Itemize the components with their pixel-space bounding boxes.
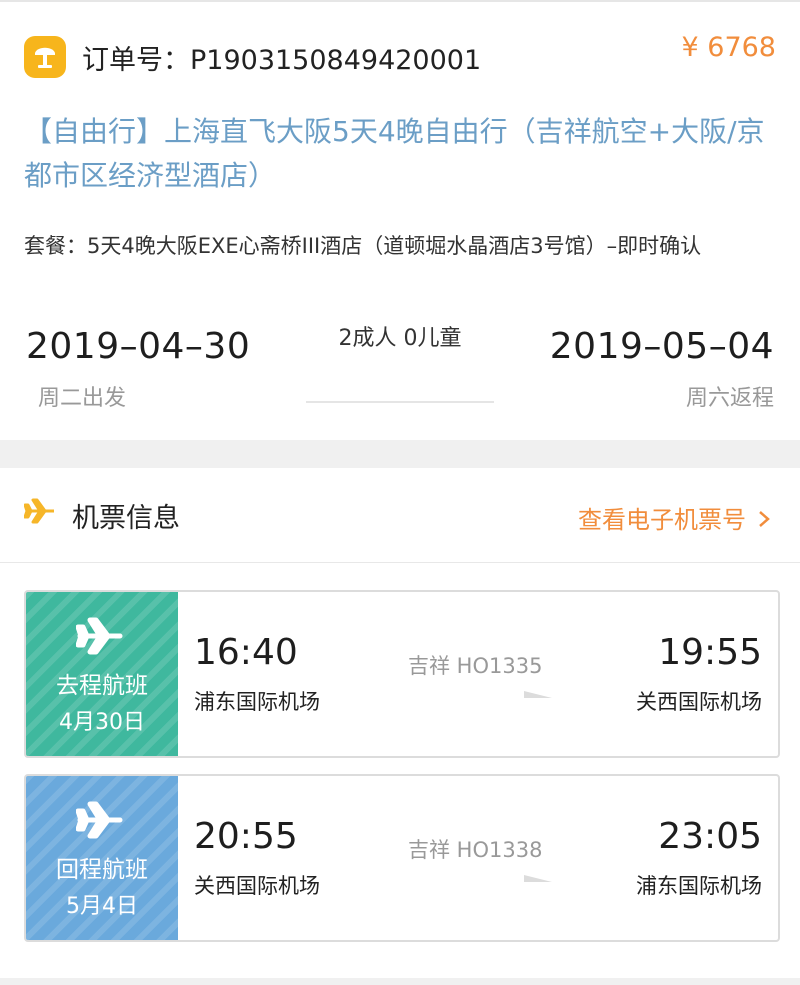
flight-type: 去程航班 (56, 673, 148, 699)
return-badge: 回程航班 5月4日 (26, 776, 178, 940)
airplane-icon (75, 616, 124, 660)
arrow-right-icon (404, 688, 554, 708)
arrival-time: 19:55 (658, 632, 762, 673)
logo-icon (24, 36, 66, 78)
outbound-badge: 去程航班 4月30日 (26, 592, 178, 756)
return-date: 2019–05–04 (549, 326, 774, 367)
chevron-right-icon (758, 506, 770, 534)
flight-date: 4月30日 (59, 710, 145, 735)
product-title[interactable]: 【自由行】上海直飞大阪5天4晚自由行（吉祥航空+大阪/京都市区经济型酒店） (24, 110, 769, 198)
arrow-right-icon (404, 872, 554, 892)
departure-airport: 关西国际机场 (194, 874, 320, 898)
view-eticket-link[interactable]: 查看电子机票号 (578, 500, 770, 535)
arrival-airport: 浦东国际机场 (636, 874, 762, 898)
departure-time: 20:55 (194, 816, 298, 857)
depart-weekday: 周二出发 (38, 386, 127, 411)
airplane-icon (23, 498, 56, 528)
departure-time: 16:40 (194, 632, 298, 673)
departure-airport: 浦东国际机场 (194, 690, 320, 714)
order-card: 订单号：P1903150849420001 ¥ 6768 【自由行】上海直飞大阪… (0, 0, 800, 440)
order-price: ¥ 6768 (681, 32, 776, 63)
flight-number: 吉祥 HO1335 (408, 654, 543, 678)
flight-type: 回程航班 (56, 857, 148, 883)
view-eticket-label: 查看电子机票号 (578, 506, 746, 534)
return-flight-card[interactable]: 回程航班 5月4日 20:55 关西国际机场 吉祥 HO1338 23:05 浦… (24, 774, 780, 942)
flight-date: 5月4日 (66, 894, 138, 919)
date-divider (306, 401, 494, 403)
arrival-time: 23:05 (658, 816, 762, 857)
package-description: 套餐：5天4晚大阪EXE心斋桥III酒店（道顿堀水晶酒店3号馆）–即时确认 (24, 234, 702, 258)
arrival-airport: 关西国际机场 (636, 690, 762, 714)
order-header: 订单号：P1903150849420001 ¥ 6768 (24, 32, 776, 80)
passenger-count: 2成人 0儿童 (338, 326, 462, 351)
section-title: 机票信息 (72, 503, 180, 534)
outbound-flight-card[interactable]: 去程航班 4月30日 16:40 浦东国际机场 吉祥 HO1335 19:55 … (24, 590, 780, 758)
flight-info-header: 机票信息 查看电子机票号 (0, 468, 800, 563)
flight-info-card: 机票信息 查看电子机票号 去程航班 4月30日 16:40 浦东国际机场 吉祥 … (0, 468, 800, 978)
return-weekday: 周六返程 (685, 386, 774, 411)
order-number: 订单号：P1903150849420001 (82, 45, 482, 76)
airplane-icon (75, 800, 124, 844)
depart-date: 2019–04–30 (26, 326, 251, 367)
flight-number: 吉祥 HO1338 (408, 838, 543, 862)
